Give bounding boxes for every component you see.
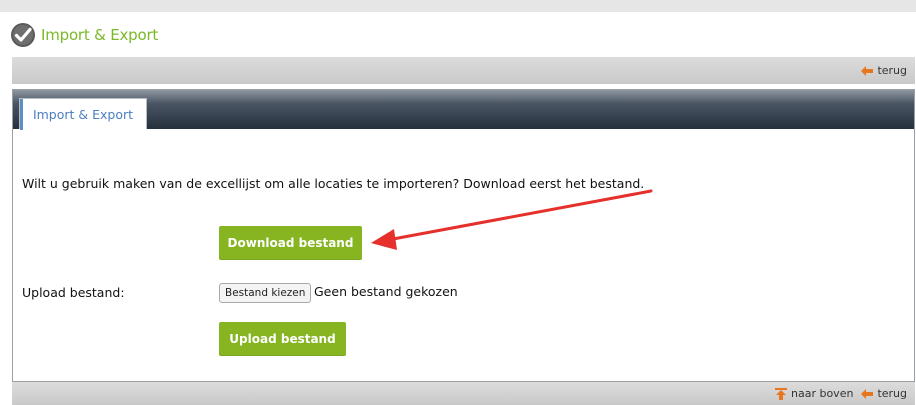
to-top-link[interactable]: naar boven: [775, 387, 853, 400]
tab-bar: Import & Export: [13, 90, 914, 130]
choose-file-button[interactable]: Bestand kiezen: [219, 283, 312, 303]
arrow-up-icon: [775, 387, 787, 400]
tab-label: Import & Export: [32, 106, 134, 122]
import-export-panel: Import & Export Wilt u gebruik maken van…: [12, 89, 915, 382]
arrow-left-icon: [861, 65, 874, 76]
file-chooser-status: Geen bestand gekozen: [314, 284, 458, 299]
page-title: Import & Export: [41, 26, 159, 44]
bottom-toolbar: naar boven terug: [12, 382, 915, 405]
intro-text: Wilt u gebruik maken van de excellijst o…: [22, 176, 645, 191]
back-link-label: terug: [877, 64, 907, 77]
download-file-button[interactable]: Download bestand: [219, 226, 362, 260]
back-link-bottom[interactable]: terug: [861, 387, 907, 400]
top-divider: [0, 0, 916, 12]
back-link-label: terug: [877, 387, 907, 400]
tab-active-indicator: [20, 99, 23, 130]
back-link-top[interactable]: terug: [861, 64, 907, 77]
upload-label: Upload bestand:: [22, 285, 125, 300]
arrow-left-icon: [861, 388, 874, 399]
page-header: Import & Export: [10, 20, 158, 50]
top-toolbar: terug: [12, 57, 915, 84]
to-top-label: naar boven: [791, 387, 854, 400]
upload-file-button[interactable]: Upload bestand: [219, 322, 346, 356]
checkmark-badge-icon: [11, 23, 35, 47]
tab-import-export[interactable]: Import & Export: [19, 98, 147, 130]
